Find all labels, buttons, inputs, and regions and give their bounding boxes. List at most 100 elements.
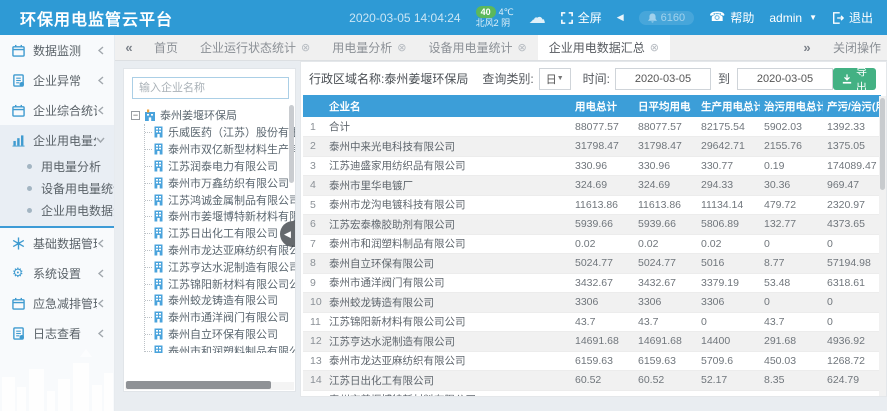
table-row-5[interactable]: 5泰州市龙沟电镀科技有限公司11613.8611613.8611134.1447… [303, 195, 881, 215]
sidebar-group-2: 企业综合统计 [0, 95, 114, 125]
date-from-input[interactable] [615, 68, 711, 90]
tree-node-0-0[interactable]: 乐威医药（江苏）股份有限公司 [145, 124, 295, 141]
tree-node-0-5[interactable]: 泰州市姜堰博特新材料有限公司 [145, 208, 295, 225]
tree-node-0-12[interactable]: 泰州自立环保有限公司 [145, 326, 295, 343]
cell-value-1: 5024.77 [634, 254, 697, 274]
notification-count: 6160 [661, 12, 685, 24]
cell-value-3: 2155.76 [760, 137, 823, 157]
tab-scroll-left-button[interactable]: « [115, 35, 143, 60]
tree-node-0-10[interactable]: 泰州蛟龙铸造有限公司 [145, 292, 295, 309]
table-row-6[interactable]: 6江苏宏泰橡胶助剂有限公司5939.665939.665806.89132.77… [303, 215, 881, 235]
table-row-15[interactable]: 15泰州市姜堰博特新材料有限公司820.04820.04739.4543.564… [303, 390, 881, 397]
company-search-input[interactable] [132, 77, 289, 99]
tree-horizontal-scrollbar-thumb[interactable] [126, 381, 271, 389]
cell-value-3: 8.77 [760, 254, 823, 274]
sidebar-item-3[interactable]: 企业用电量分析 [0, 125, 114, 155]
sidebar-subitem-3-0[interactable]: 用电量分析 [0, 155, 114, 177]
tree-node-0-13[interactable]: 泰州市和润塑料制品有限公司 [145, 342, 295, 353]
user-menu[interactable]: admin ▼ [769, 11, 817, 25]
sidebar-subitem-3-2[interactable]: 企业用电数据汇总 [0, 199, 114, 221]
tab-0[interactable]: 首页 [143, 35, 189, 60]
tree-node-0-2[interactable]: 江苏润泰电力有限公司 [145, 158, 295, 175]
tab-3[interactable]: 设备用电量统计 ⊗ [417, 35, 537, 60]
tab-2[interactable]: 用电量分析⊗ [321, 35, 417, 60]
sidebar-item-0[interactable]: 数据监测 [0, 35, 114, 65]
aqi-badge: 40 [476, 6, 496, 18]
close-operations-menu[interactable]: 关闭操作 [833, 39, 881, 56]
tree-node-label: 泰州市龙达亚麻纺织有限公司 [168, 242, 295, 258]
tree-node-label: 泰州市双亿新型材料生产有限公司 [168, 141, 295, 157]
notification-pill[interactable]: 6160 [639, 11, 694, 25]
date-to-input[interactable] [737, 68, 833, 90]
tab-1[interactable]: 企业运行状态统计⊗ [189, 35, 321, 60]
tree-node-0-1[interactable]: 泰州市双亿新型材料生产有限公司 [145, 141, 295, 158]
download-icon [842, 74, 852, 84]
cell-value-1: 0.02 [634, 234, 697, 254]
table-row-1[interactable]: 1合计88077.5788077.5782175.545902.031392.3… [303, 117, 881, 137]
tree-node-0-4[interactable]: 江苏鸿诚金属制品有限公司 [145, 191, 295, 208]
tree-expander-icon[interactable]: − [131, 111, 140, 120]
logout-button[interactable]: 退出 [832, 9, 873, 26]
close-icon[interactable]: ⊗ [301, 41, 310, 54]
help-button[interactable]: ☎ 帮助 [709, 9, 754, 26]
close-icon[interactable]: ⊗ [397, 41, 406, 54]
table-row-8[interactable]: 8泰州自立环保有限公司5024.775024.7750168.7757194.9… [303, 254, 881, 274]
tab-scroll-right-button[interactable]: » [793, 40, 821, 55]
app-header: 环保用电监管云平台 2020-03-05 14:04:24 40 4℃ 北风2 … [0, 0, 887, 35]
header-right: 2020-03-05 14:04:24 40 4℃ 北风2 阴 ☁ 全屏 ◀ 6… [349, 6, 887, 29]
tree-node-0-6[interactable]: 江苏日出化工有限公司 [145, 225, 295, 242]
time-label: 时间: [583, 70, 610, 87]
query-type-select[interactable]: 日 ▼ [539, 68, 571, 90]
calendar-icon [12, 296, 27, 310]
sidebar-item-1[interactable]: 企业异常 [0, 65, 114, 95]
tree-node-0-7[interactable]: 泰州市龙达亚麻纺织有限公司 [145, 242, 295, 259]
table-row-4[interactable]: 4泰州市里华电镀厂324.69324.69294.3330.36969.47 [303, 176, 881, 196]
sidebar-item-5[interactable]: ⚙系统设置 [0, 258, 114, 288]
sidebar-item-7[interactable]: 日志查看 [0, 318, 114, 348]
sidebar-item-label: 基础数据管理 [33, 235, 97, 252]
cell-value-4: 1392.33 [823, 117, 881, 137]
sidebar-item-label: 企业综合统计 [33, 102, 97, 119]
tree-node-label: 江苏日出化工有限公司 [168, 225, 278, 241]
table-row-11[interactable]: 11江苏锦阳新材料有限公司公司43.743.7043.70 [303, 312, 881, 332]
table-row-10[interactable]: 10泰州蛟龙铸造有限公司33063306330600 [303, 293, 881, 313]
table-row-14[interactable]: 14江苏日出化工有限公司60.5260.5252.178.35624.79 [303, 371, 881, 391]
table-row-12[interactable]: 12江苏亨达水泥制造有限公司14691.6814691.6814400291.6… [303, 332, 881, 352]
sidebar-item-6[interactable]: 应急减排管理 [0, 288, 114, 318]
ticker-prev-icon[interactable]: ◀ [617, 12, 624, 23]
table-row-9[interactable]: 9泰州市通洋阀门有限公司3432.673432.673379.1953.4863… [303, 273, 881, 293]
building-icon [153, 345, 164, 353]
close-icon[interactable]: ⊗ [650, 41, 659, 54]
tree-node-label: 泰州自立环保有限公司 [168, 326, 278, 342]
cell-company-name: 泰州市通洋阀门有限公司 [325, 273, 571, 293]
sidebar-subitem-3-1[interactable]: 设备用电量统计 [0, 177, 114, 199]
tree-vertical-scrollbar-thumb[interactable] [289, 105, 294, 183]
close-icon[interactable]: ⊗ [518, 41, 527, 54]
cell-value-0: 820.04 [571, 390, 634, 397]
table-row-2[interactable]: 2泰州中来光电科技有限公司31798.4731798.4729642.71215… [303, 137, 881, 157]
table-vertical-scrollbar-thumb[interactable] [880, 98, 885, 190]
tab-4[interactable]: 企业用电数据汇总⊗ [538, 35, 670, 60]
sidebar-subitem-label: 设备用电量统计 [41, 180, 115, 197]
table-row-13[interactable]: 13泰州市龙达亚麻纺织有限公司6159.636159.635709.6450.0… [303, 351, 881, 371]
tree-node-0-9[interactable]: 江苏锦阳新材料有限公司公司 [145, 275, 295, 292]
tree-node-0-8[interactable]: 江苏亨达水泥制造有限公司 [145, 258, 295, 275]
cell-company-name: 合计 [325, 117, 571, 137]
sidebar-item-4[interactable]: 基础数据管理 [0, 228, 114, 258]
tree-horizontal-scrollbar[interactable] [125, 382, 294, 390]
sidebar-item-2[interactable]: 企业综合统计 [0, 95, 114, 125]
sidebar-group-3: 企业用电量分析用电量分析设备用电量统计企业用电数据汇总 [0, 125, 114, 228]
tree-node-0-11[interactable]: 泰州市通洋阀门有限公司 [145, 309, 295, 326]
table-row-3[interactable]: 3江苏迪盛家用纺织品有限公司330.96330.96330.770.191740… [303, 156, 881, 176]
username: admin [769, 11, 802, 25]
building-icon [153, 177, 164, 189]
table-vertical-scrollbar[interactable] [879, 96, 886, 396]
tab-label: 设备用电量统计 [428, 39, 512, 56]
tree-node-0-3[interactable]: 泰州市万鑫纺织有限公司 [145, 174, 295, 191]
export-button[interactable]: 导出 [833, 68, 876, 90]
cell-value-2: 3379.19 [697, 273, 760, 293]
fullscreen-button[interactable]: 全屏 [561, 9, 602, 26]
table-row-7[interactable]: 7泰州市和润塑料制品有限公司0.020.020.0200 [303, 234, 881, 254]
tree-root-0[interactable]: −泰州姜堰环保局 [131, 106, 295, 124]
cell-value-1: 3432.67 [634, 273, 697, 293]
